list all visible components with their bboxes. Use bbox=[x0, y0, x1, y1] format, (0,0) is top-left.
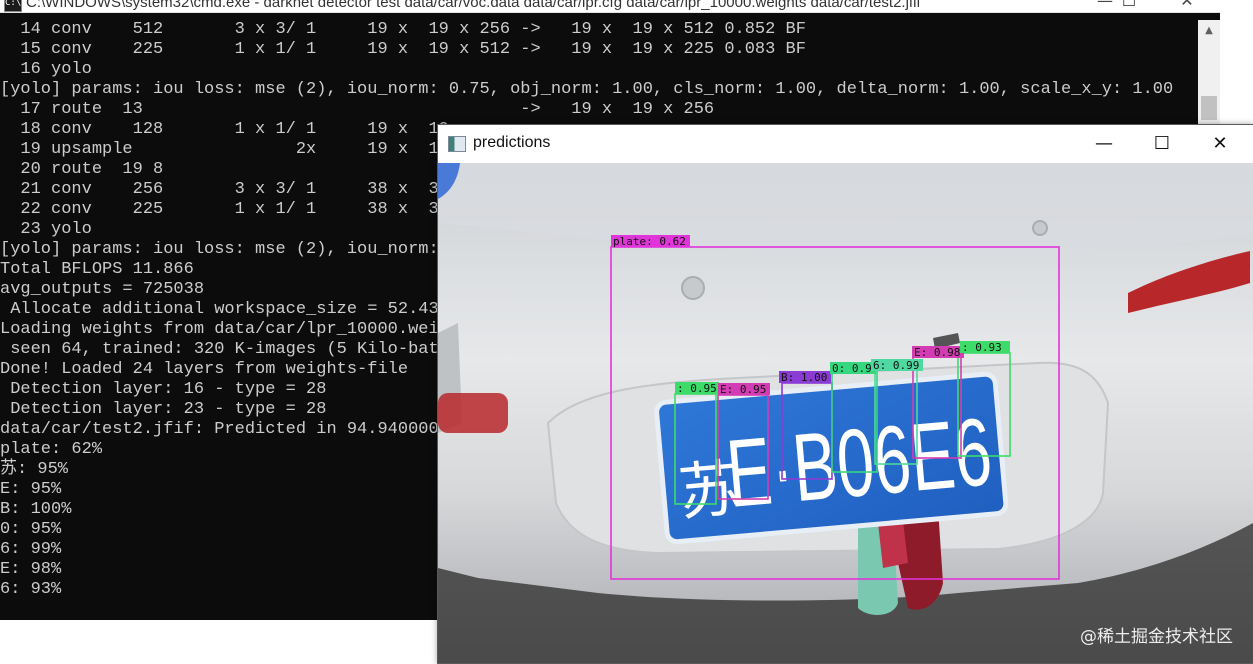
cmd-close-button[interactable]: ✕ bbox=[1164, 0, 1210, 12]
terminal-line: 17 route 13 -> 19 x 19 x 256 bbox=[0, 100, 715, 119]
predictions-window-title: predictions bbox=[473, 134, 551, 151]
cmd-app-icon: C:\ bbox=[4, 0, 22, 12]
predictions-titlebar[interactable]: predictions — ☐ ✕ bbox=[438, 125, 1253, 163]
detection-label-7: : 0.93 bbox=[962, 341, 1002, 354]
predictions-maximize-button[interactable]: ☐ bbox=[1133, 125, 1191, 163]
prediction-image[interactable]: 苏 E·B06E6 plate: 0.62 : 0.95 E: 0.95 B: … bbox=[438, 163, 1253, 663]
watermark: @稀土掘金技术社区 bbox=[1080, 627, 1233, 647]
detection-label-2: E: 0.95 bbox=[720, 383, 766, 396]
cmd-window-title: C:\WINDOWS\system32\cmd.exe - darknet de… bbox=[26, 0, 921, 11]
cmd-maximize-button[interactable]: ☐ bbox=[1106, 0, 1152, 12]
scroll-up-arrow-icon[interactable]: ▲ bbox=[1198, 20, 1220, 42]
detection-label-3: B: 1.00 bbox=[781, 371, 827, 384]
detection-label-6: E: 0.98 bbox=[914, 346, 960, 359]
predictions-minimize-button[interactable]: — bbox=[1075, 125, 1133, 163]
detection-label-plate: plate: 0.62 bbox=[613, 235, 686, 248]
detection-label-1: : 0.95 bbox=[677, 382, 717, 395]
image-window-icon bbox=[448, 136, 466, 152]
predictions-window: predictions — ☐ ✕ 苏 E·B06E6 plate: 0.62 … bbox=[437, 124, 1253, 664]
cmd-scrollbar-thumb[interactable] bbox=[1201, 96, 1217, 120]
terminal-line: 14 conv 512 3 x 3/ 1 19 x 19 x 256 -> 19… bbox=[0, 20, 806, 39]
detection-label-4: 0: 0.9 bbox=[832, 362, 872, 375]
cmd-titlebar[interactable]: C:\ C:\WINDOWS\system32\cmd.exe - darkne… bbox=[0, 0, 1220, 13]
car-photo: 苏 E·B06E6 plate: 0.62 : 0.95 E: 0.95 B: … bbox=[438, 163, 1253, 663]
detection-label-5: 6: 0.99 bbox=[873, 359, 919, 372]
terminal-line: 15 conv 225 1 x 1/ 1 19 x 19 x 512 -> 19… bbox=[0, 40, 806, 59]
terminal-line: [yolo] params: iou loss: mse (2), iou_no… bbox=[0, 80, 1174, 99]
predictions-close-button[interactable]: ✕ bbox=[1191, 125, 1249, 163]
terminal-line: 16 yolo bbox=[0, 60, 92, 79]
